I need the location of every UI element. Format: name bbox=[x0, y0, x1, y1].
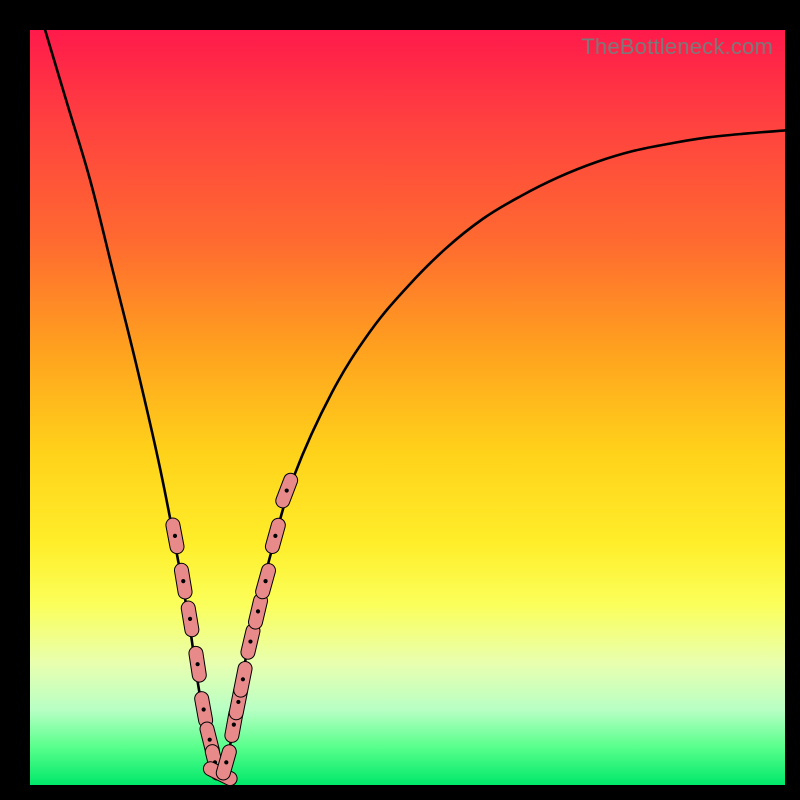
marker-dot bbox=[208, 738, 212, 742]
bottleneck-chart-svg bbox=[30, 30, 785, 785]
plot-area: TheBottleneck.com bbox=[30, 30, 785, 785]
marker-dot bbox=[232, 723, 236, 727]
marker-dot bbox=[236, 700, 240, 704]
marker-dot bbox=[256, 609, 260, 613]
marker-dot bbox=[248, 639, 252, 643]
marker-dot bbox=[224, 760, 228, 764]
marker-dot bbox=[181, 579, 185, 583]
chart-frame: TheBottleneck.com bbox=[0, 0, 800, 800]
marker-layer bbox=[173, 480, 291, 778]
marker-dot bbox=[273, 534, 277, 538]
marker-dot bbox=[188, 617, 192, 621]
bottleneck-curve bbox=[45, 30, 785, 778]
marker-dot bbox=[285, 488, 289, 492]
marker-dot bbox=[263, 579, 267, 583]
curve-layer bbox=[45, 30, 785, 778]
marker-dot bbox=[241, 677, 245, 681]
marker-dot bbox=[173, 534, 177, 538]
marker-dot bbox=[202, 707, 206, 711]
marker-dot bbox=[196, 662, 200, 666]
